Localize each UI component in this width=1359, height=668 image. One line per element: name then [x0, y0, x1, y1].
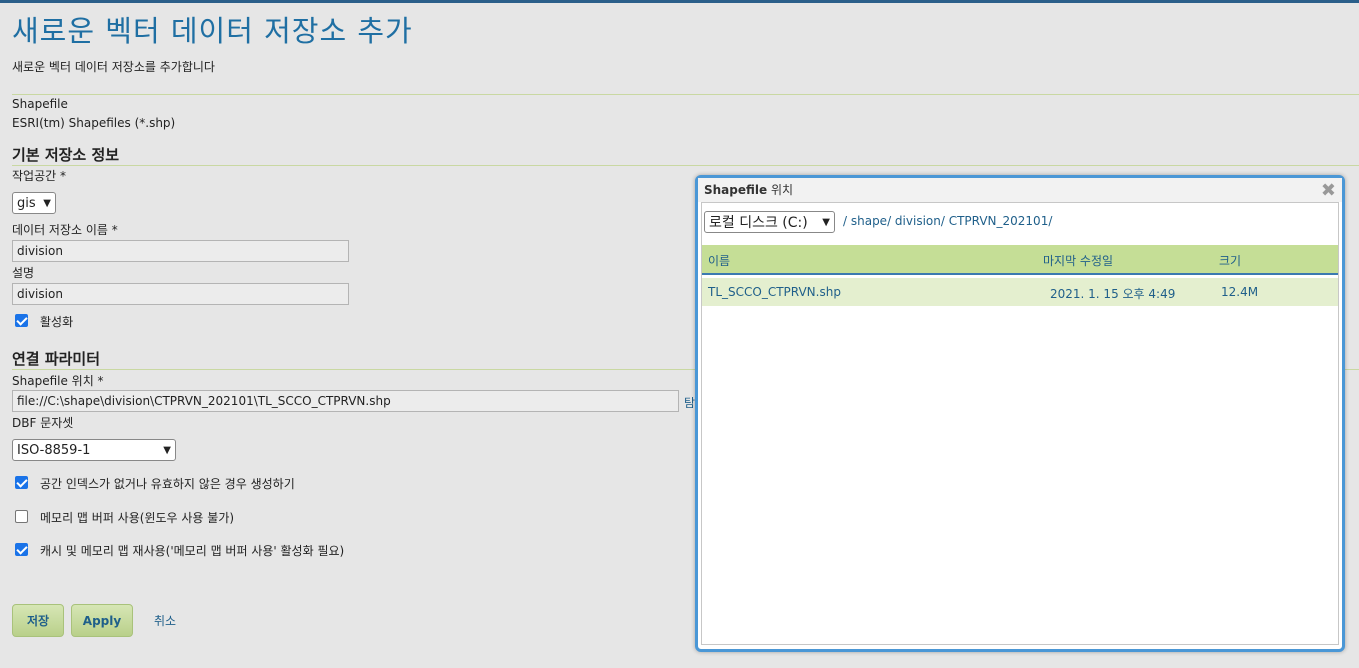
basic-info-section-title: 기본 저장소 정보: [12, 146, 120, 164]
file-list-header: 이름 마지막 수정일 크기: [702, 245, 1338, 275]
file-modified: 2021. 1. 15 오후 4:49: [1050, 287, 1176, 301]
dialog-title-bold: Shapefile: [704, 183, 768, 197]
shapefile-location-input[interactable]: file://C:\shape\division\CTPRVN_202101\T…: [12, 390, 679, 412]
file-name: TL_SCCO_CTPRVN.shp: [708, 285, 841, 299]
save-button[interactable]: 저장: [12, 604, 64, 637]
column-name[interactable]: 이름: [708, 252, 730, 269]
dialog-header: Shapefile 위치 ✖: [698, 178, 1342, 202]
divider: [12, 94, 1359, 95]
memory-map-checkbox[interactable]: [15, 510, 28, 523]
page-subtitle: 새로운 벡터 데이터 저장소를 추가합니다: [12, 60, 215, 74]
store-name-label: 데이터 저장소 이름 *: [12, 223, 118, 237]
path-breadcrumb[interactable]: / shape/ division/ CTPRVN_202101/: [843, 214, 1052, 228]
description-label: 설명: [12, 266, 35, 280]
spatial-index-checkbox[interactable]: [15, 476, 28, 489]
dialog-title-rest: 위치: [767, 183, 794, 197]
cache-reuse-label: 캐시 및 메모리 맵 재사용('메모리 맵 버퍼 사용' 활성화 필요): [40, 544, 345, 558]
dbf-charset-select[interactable]: ISO-8859-1 ▼: [12, 439, 176, 461]
shapefile-location-dialog: Shapefile 위치 ✖ 로컬 디스크 (C:) ▼ / shape/ di…: [695, 175, 1345, 652]
chevron-down-icon: ▼: [43, 197, 51, 209]
chevron-down-icon: ▼: [163, 444, 171, 456]
enabled-label: 활성화: [40, 315, 74, 329]
close-icon[interactable]: ✖: [1321, 180, 1336, 201]
drive-value: 로컬 디스크 (C:): [709, 215, 808, 231]
spatial-index-label: 공간 인덱스가 없거나 유효하지 않은 경우 생성하기: [40, 477, 295, 491]
workspace-value: gis: [17, 195, 36, 211]
cache-reuse-checkbox[interactable]: [15, 543, 28, 556]
apply-button[interactable]: Apply: [71, 604, 133, 637]
top-border: [0, 0, 1359, 3]
memory-map-label: 메모리 맵 버퍼 사용(윈도우 사용 불가): [40, 511, 235, 525]
workspace-label: 작업공간 *: [12, 169, 66, 183]
chevron-down-icon: ▼: [822, 216, 830, 228]
drive-select[interactable]: 로컬 디스크 (C:) ▼: [704, 211, 835, 233]
file-row[interactable]: TL_SCCO_CTPRVN.shp 2021. 1. 15 오후 4:49 1…: [702, 278, 1338, 306]
file-size: 12.4M: [1221, 285, 1259, 299]
column-size[interactable]: 크기: [1219, 252, 1241, 269]
enabled-checkbox[interactable]: [15, 314, 28, 327]
dbf-charset-label: DBF 문자셋: [12, 416, 74, 430]
store-name-input[interactable]: division: [12, 240, 349, 262]
connection-params-section-title: 연결 파라미터: [12, 350, 101, 368]
dbf-charset-value: ISO-8859-1: [17, 442, 91, 458]
browse-link[interactable]: 탐: [684, 394, 695, 411]
store-type-desc: ESRI(tm) Shapefiles (*.shp): [12, 116, 176, 130]
page-title: 새로운 벡터 데이터 저장소 추가: [12, 14, 413, 48]
description-input[interactable]: division: [12, 283, 349, 305]
workspace-select[interactable]: gis ▼: [12, 192, 56, 214]
store-type: Shapefile: [12, 97, 68, 111]
divider: [12, 165, 1359, 166]
column-modified[interactable]: 마지막 수정일: [1043, 252, 1113, 269]
file-browser: 로컬 디스크 (C:) ▼ / shape/ division/ CTPRVN_…: [701, 202, 1339, 645]
cancel-link[interactable]: 취소: [154, 612, 176, 629]
shapefile-location-label: Shapefile 위치 *: [12, 374, 104, 388]
add-vector-store-page: 새로운 벡터 데이터 저장소 추가 새로운 벡터 데이터 저장소를 추가합니다 …: [0, 0, 1359, 668]
